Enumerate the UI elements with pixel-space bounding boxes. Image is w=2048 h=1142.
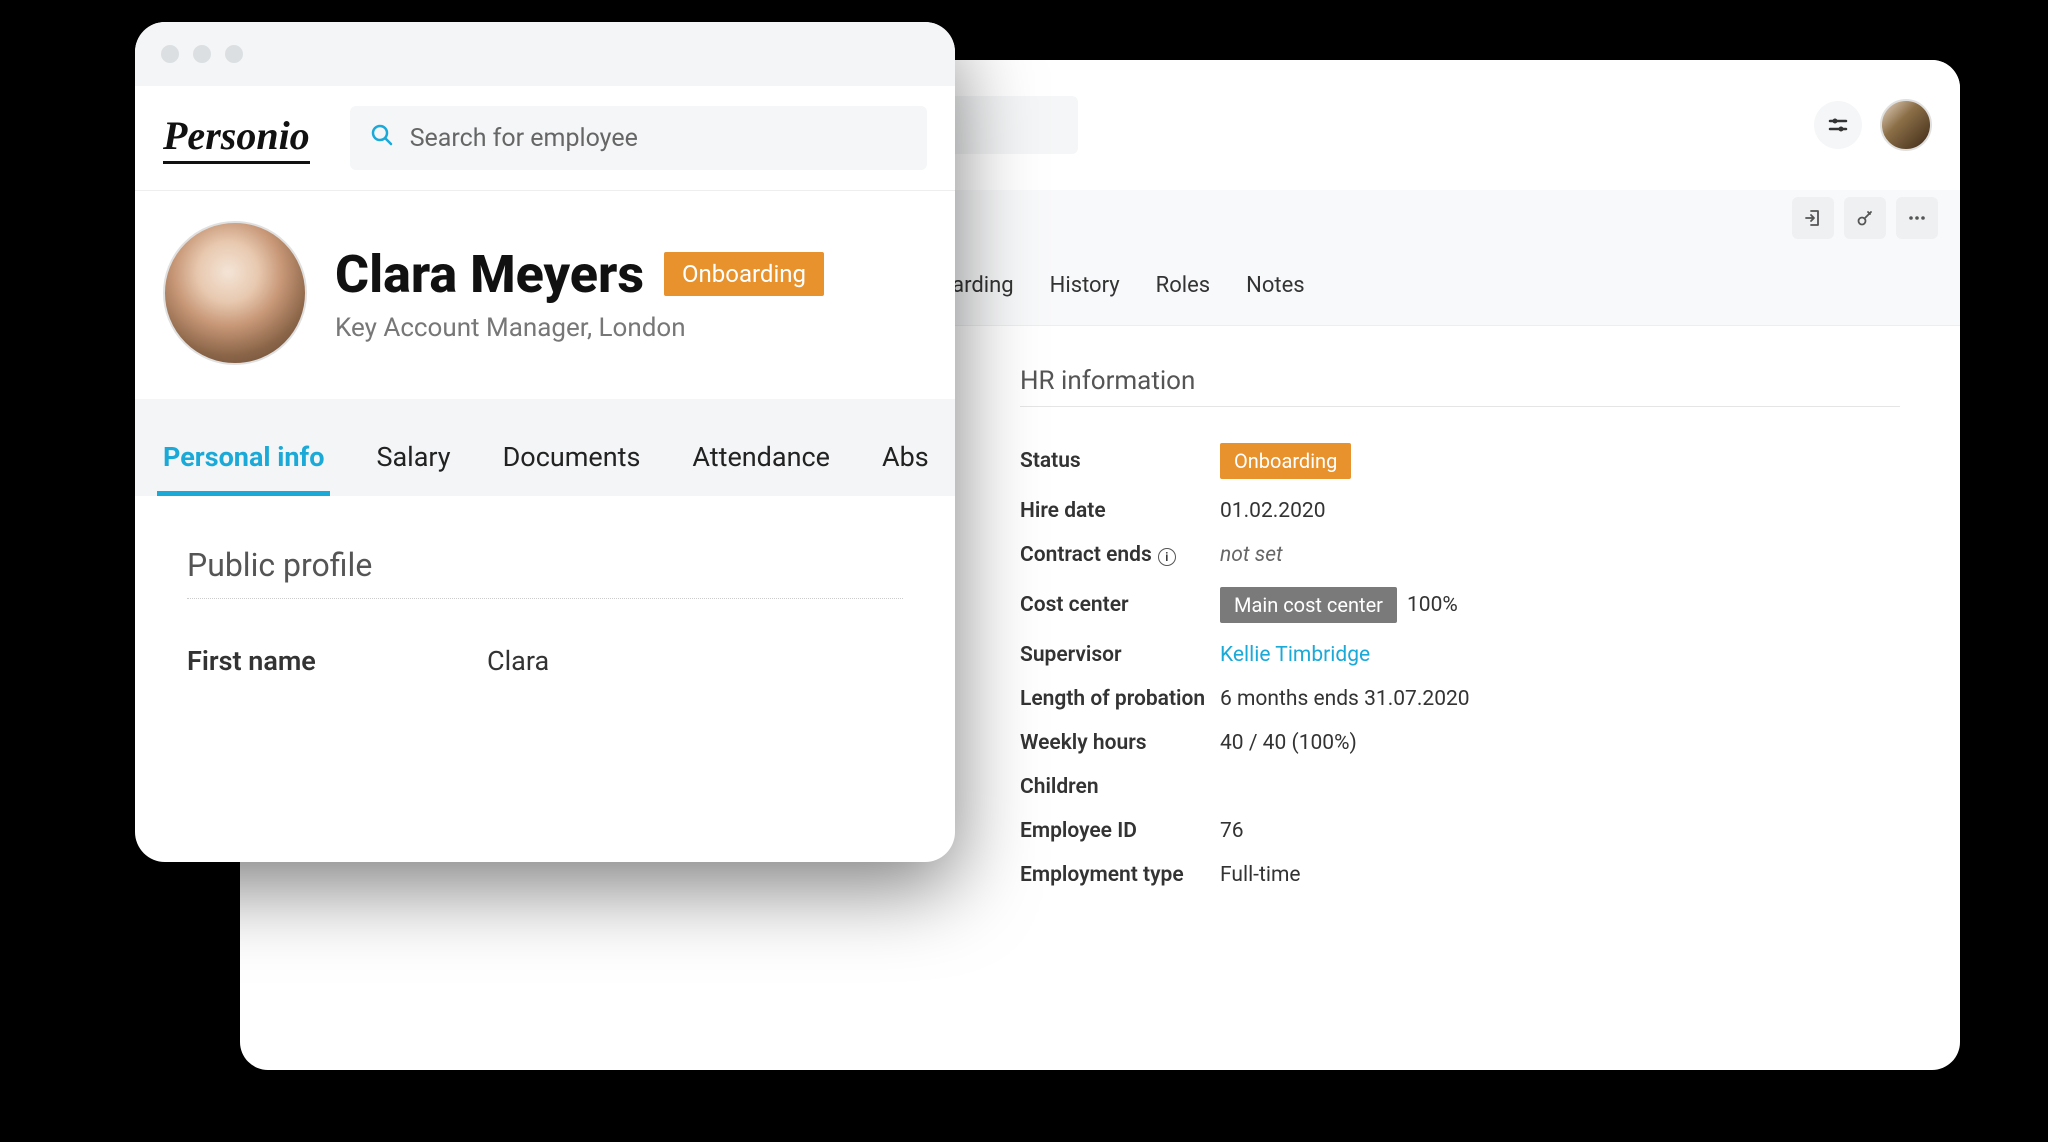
section-title: HR information — [1020, 366, 1900, 407]
field-employee-id: Employee ID 76 — [1020, 809, 1900, 853]
avatar[interactable] — [1880, 99, 1932, 151]
profile-header: Clara Meyers Onboarding Key Account Mana… — [135, 191, 955, 399]
hr-info-column: HR information Status Onboarding Hire da… — [1020, 366, 1960, 897]
field-value: 01.02.2020 — [1220, 499, 1326, 523]
field-value: Clara — [487, 645, 549, 677]
profile-tabs: Personal info Salary Documents Attendanc… — [135, 427, 955, 496]
status-badge: Onboarding — [664, 252, 824, 296]
search-placeholder: Search for employee — [410, 124, 638, 153]
field-value: not set — [1220, 543, 1283, 567]
tab-absence[interactable]: Abs — [876, 427, 935, 496]
field-label: Cost center — [1020, 593, 1220, 617]
field-label: Supervisor — [1020, 643, 1220, 667]
key-icon[interactable] — [1844, 197, 1886, 239]
supervisor-link[interactable]: Kellie Timbridge — [1220, 643, 1370, 667]
field-value: Main cost center 100% — [1220, 587, 1458, 623]
login-icon[interactable] — [1792, 197, 1834, 239]
field-children: Children — [1020, 765, 1900, 809]
field-label: Employee ID — [1020, 819, 1220, 843]
close-icon[interactable] — [161, 45, 179, 63]
profile-subtitle: Key Account Manager, London — [335, 313, 824, 343]
field-value: 76 — [1220, 819, 1244, 843]
tab-notes[interactable]: Notes — [1246, 273, 1304, 298]
maximize-icon[interactable] — [225, 45, 243, 63]
more-icon[interactable] — [1896, 197, 1938, 239]
field-cost-center: Cost center Main cost center 100% — [1020, 577, 1900, 633]
logo[interactable]: Personio — [163, 112, 310, 164]
field-label: Hire date — [1020, 499, 1220, 523]
field-label: Weekly hours — [1020, 731, 1220, 755]
field-label: Status — [1020, 449, 1220, 473]
field-label: First name — [187, 645, 487, 677]
tab-history[interactable]: History — [1050, 273, 1120, 298]
page-title: Clara Meyers — [335, 244, 644, 305]
foreground-window: Personio Search for employee Clara Meyer… — [135, 22, 955, 862]
personal-info-panel: Public profile First name Clara — [135, 496, 955, 677]
window-controls — [135, 22, 955, 86]
cost-center-chip: Main cost center — [1220, 587, 1397, 623]
tab-personal-info[interactable]: Personal info — [157, 427, 330, 496]
tab-attendance[interactable]: Attendance — [686, 427, 836, 496]
field-label: Children — [1020, 775, 1220, 799]
field-contract-ends: Contract endsi not set — [1020, 533, 1900, 577]
minimize-icon[interactable] — [193, 45, 211, 63]
field-first-name: First name Clara — [187, 645, 903, 677]
section-title: Public profile — [187, 546, 903, 599]
field-label: Contract endsi — [1020, 543, 1220, 567]
tab-roles[interactable]: Roles — [1156, 273, 1210, 298]
field-probation: Length of probation 6 months ends 31.07.… — [1020, 677, 1900, 721]
field-value: 40 / 40 (100%) — [1220, 731, 1357, 755]
field-value: 6 months ends 31.07.2020 — [1220, 687, 1470, 711]
search-input[interactable]: Search for employee — [350, 106, 927, 170]
tab-documents[interactable]: Documents — [497, 427, 647, 496]
status-badge: Onboarding — [1220, 443, 1351, 479]
field-employment-type: Employment type Full-time — [1020, 853, 1900, 897]
field-label: Length of probation — [1020, 687, 1220, 711]
field-weekly-hours: Weekly hours 40 / 40 (100%) — [1020, 721, 1900, 765]
tab-salary[interactable]: Salary — [370, 427, 456, 496]
field-value: Full-time — [1220, 863, 1301, 887]
field-supervisor: Supervisor Kellie Timbridge — [1020, 633, 1900, 677]
search-icon — [370, 123, 394, 154]
avatar[interactable] — [163, 221, 307, 365]
field-status: Status Onboarding — [1020, 433, 1900, 489]
info-icon[interactable]: i — [1158, 548, 1176, 566]
header: Personio Search for employee — [135, 86, 955, 191]
field-label: Employment type — [1020, 863, 1220, 887]
field-hire-date: Hire date 01.02.2020 — [1020, 489, 1900, 533]
settings-icon[interactable] — [1814, 101, 1862, 149]
